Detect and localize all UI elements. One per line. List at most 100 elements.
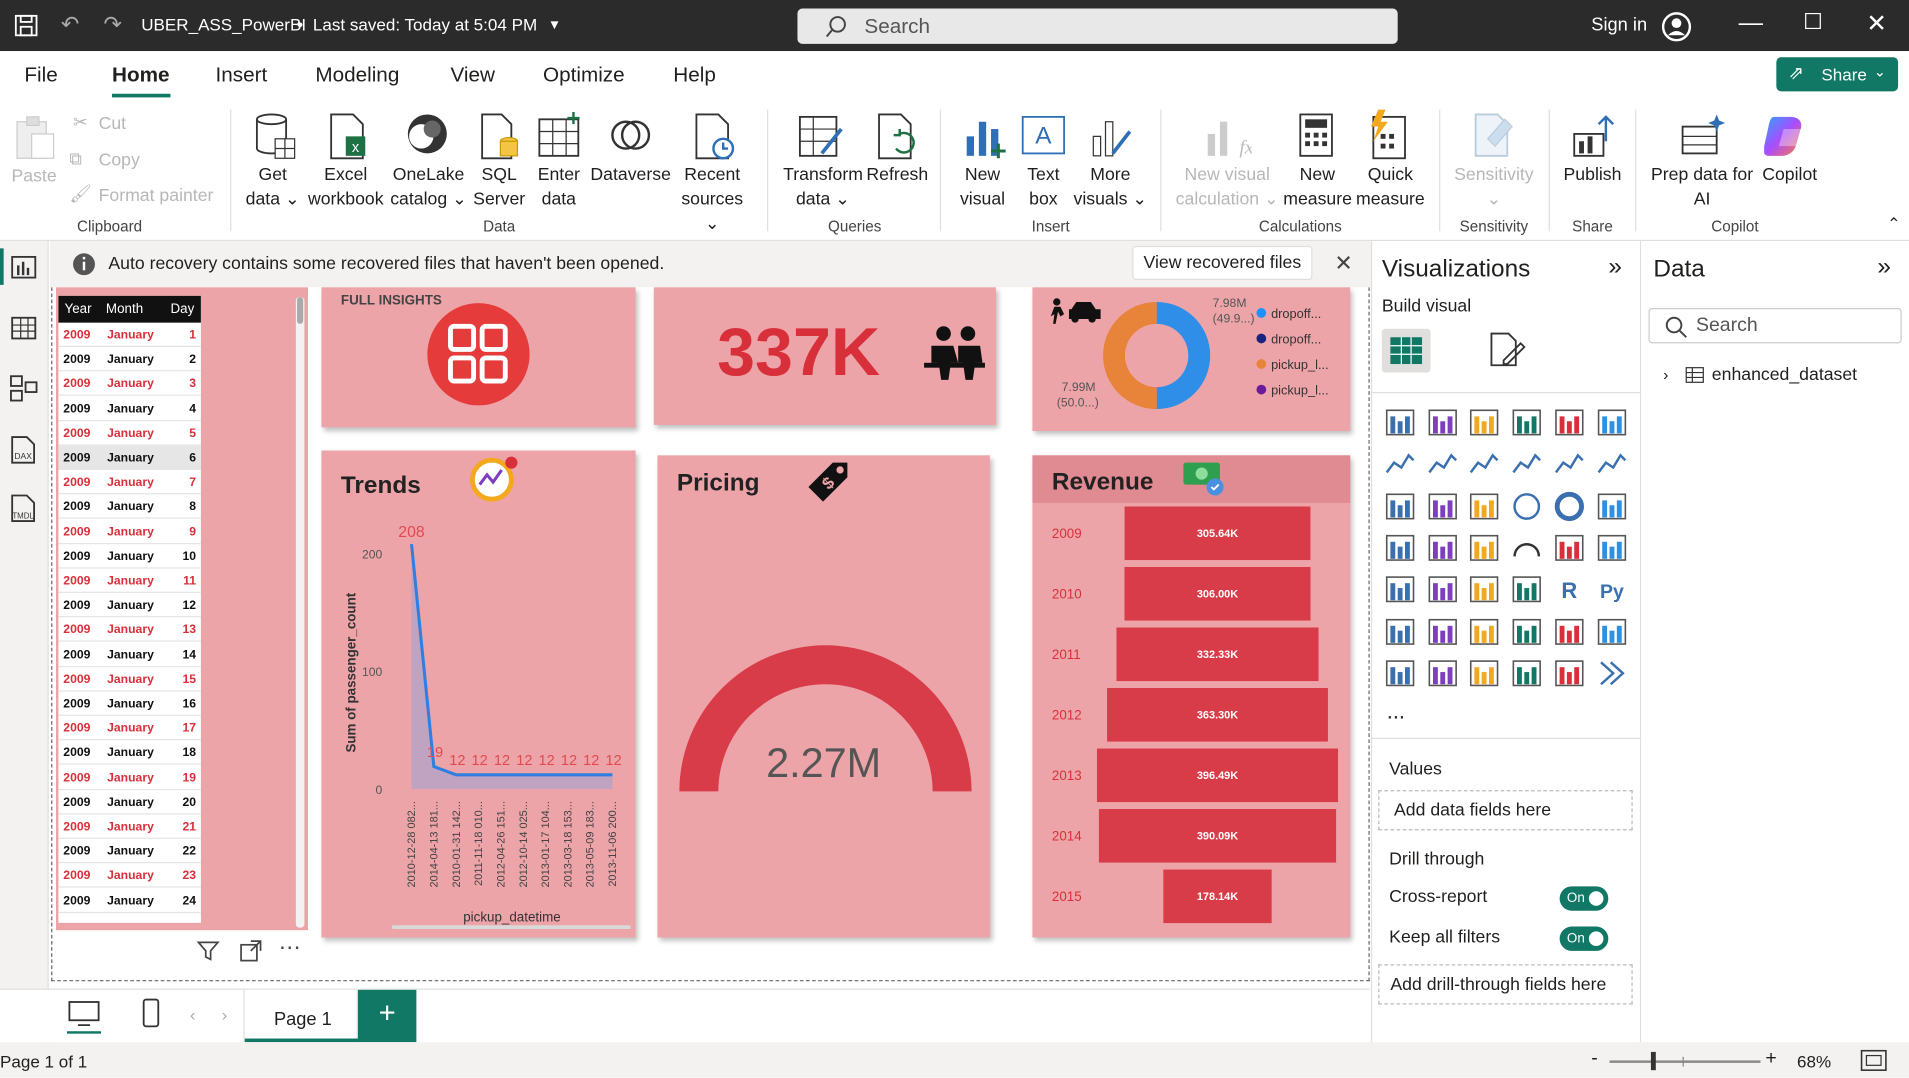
recent-sources-button[interactable]: Recent sources ⌄: [672, 163, 752, 236]
table-row[interactable]: 2009 January 24: [58, 888, 201, 913]
filled-map-icon[interactable]: [1427, 532, 1459, 564]
refresh-button[interactable]: Refresh: [864, 163, 930, 187]
table-row[interactable]: 2009 January 2: [58, 347, 201, 372]
paginated-report-icon[interactable]: [1553, 615, 1585, 647]
stacked-column-icon[interactable]: [1427, 407, 1459, 439]
pie-chart-icon[interactable]: [1511, 490, 1543, 522]
table-row[interactable]: 2009 January 19: [58, 765, 201, 790]
copy-button[interactable]: Copy: [99, 149, 140, 173]
table-row[interactable]: 2009 January 7: [58, 470, 201, 495]
minimize-icon[interactable]: —: [1739, 10, 1763, 38]
gauge-icon[interactable]: [1511, 532, 1543, 564]
table-row[interactable]: 2009 January 10: [58, 544, 201, 569]
excel-workbook-button[interactable]: Excel workbook: [302, 163, 390, 212]
table-row[interactable]: 2009 January 1: [58, 323, 201, 347]
last-saved[interactable]: Last saved: Today at 5:04 PM: [313, 15, 537, 34]
clustered-bar-icon[interactable]: [1469, 407, 1501, 439]
trends-card[interactable]: Trends 0 100 200 Sum of passenger_count 208 1…: [321, 450, 636, 938]
next-page-icon[interactable]: ›: [222, 1004, 228, 1023]
search-input[interactable]: Search: [797, 8, 1398, 44]
maximize-icon[interactable]: ☐: [1803, 10, 1823, 36]
dataverse-button[interactable]: Dataverse: [589, 163, 672, 187]
revenue-card[interactable]: Revenue 305.64K 2009 306.00K 2010 332.33K 201…: [1032, 455, 1351, 938]
table-row[interactable]: 2009 January 8: [58, 495, 201, 520]
cut-button[interactable]: Cut: [99, 112, 126, 136]
sensitivity-button[interactable]: Sensitivity ⌄: [1449, 163, 1539, 212]
onelake-catalog-button[interactable]: OneLake catalog ⌄: [390, 163, 468, 212]
table-row[interactable]: 2009 January 12: [58, 593, 201, 618]
prev-page-icon[interactable]: ‹: [190, 1004, 196, 1023]
table-row[interactable]: 2009 January 4: [58, 396, 201, 421]
arrow-icon[interactable]: [1596, 657, 1628, 689]
chart-scrollbar[interactable]: [392, 925, 631, 929]
table-row[interactable]: 2009 January 21: [58, 815, 201, 839]
card-new-icon[interactable]: [1469, 657, 1501, 689]
collapse-ribbon-icon[interactable]: ⌃: [1887, 214, 1900, 233]
donut-chart-icon[interactable]: [1553, 490, 1585, 522]
share-button[interactable]: ⇗ Share ⌄: [1776, 57, 1899, 92]
table-row[interactable]: 2009 January 18: [58, 741, 201, 766]
build-visual-tab[interactable]: [1381, 328, 1431, 373]
menu-view[interactable]: View: [450, 63, 494, 87]
menu-home[interactable]: Home: [112, 63, 170, 87]
table-row[interactable]: 2009 January 11: [58, 569, 201, 593]
table-row[interactable]: 2009 January 22: [58, 839, 201, 864]
kpi-card[interactable]: 337K: [653, 287, 996, 425]
chevron-down-icon[interactable]: ▼: [548, 18, 561, 33]
header-year[interactable]: Year: [65, 302, 92, 317]
menu-file[interactable]: File: [24, 63, 57, 87]
table-row[interactable]: 2009 January 3: [58, 372, 201, 397]
dax-query-icon[interactable]: DAX: [10, 436, 39, 465]
scatter-icon[interactable]: [1469, 490, 1501, 522]
donut-chart[interactable]: [1096, 295, 1218, 417]
table-row[interactable]: 2009 January 13: [58, 618, 201, 643]
legend-item[interactable]: dropoff...: [1256, 307, 1353, 321]
tmdl-view-icon[interactable]: TMDL: [7, 494, 41, 523]
table-row[interactable]: 2009 January 6: [58, 445, 201, 470]
stacked-bar-icon[interactable]: [1384, 407, 1416, 439]
publish-button[interactable]: Publish: [1558, 163, 1626, 187]
collapse-data-icon[interactable]: »: [1877, 253, 1891, 281]
expand-chevron-icon[interactable]: ›: [1663, 365, 1668, 383]
new-measure-button[interactable]: New measure: [1283, 163, 1352, 212]
table-row[interactable]: 2009 January 16: [58, 692, 201, 716]
header-day[interactable]: Day: [170, 302, 194, 317]
drill-through-drop-zone[interactable]: Add drill-through fields here: [1378, 964, 1633, 1005]
menu-help[interactable]: Help: [673, 63, 716, 87]
dataset-item[interactable]: enhanced_dataset: [1712, 365, 1857, 384]
multirow-card-icon[interactable]: [1596, 532, 1628, 564]
map-icon[interactable]: [1384, 532, 1416, 564]
table-row[interactable]: 2009 January 20: [58, 790, 201, 815]
dismiss-icon[interactable]: ✕: [1334, 251, 1352, 277]
copilot-button[interactable]: Copilot: [1753, 163, 1826, 187]
funnel-icon[interactable]: [1427, 490, 1459, 522]
waterfall-icon[interactable]: [1384, 490, 1416, 522]
account-icon[interactable]: [1661, 11, 1693, 43]
line-column-icon[interactable]: [1553, 448, 1585, 480]
power-apps-icon[interactable]: [1384, 657, 1416, 689]
desktop-layout-icon[interactable]: [67, 1000, 101, 1029]
filter-icon[interactable]: [196, 939, 220, 963]
sign-in-link[interactable]: Sign in: [1591, 15, 1647, 36]
trend-line[interactable]: [410, 543, 613, 777]
close-icon[interactable]: ✕: [1866, 9, 1886, 39]
prep-data-ai-button[interactable]: Prep data for AI: [1646, 163, 1758, 212]
treemap-icon[interactable]: [1596, 490, 1628, 522]
more-options-icon[interactable]: ⋯: [279, 935, 302, 961]
table-icon[interactable]: [1469, 574, 1501, 606]
power-automate-icon[interactable]: [1427, 657, 1459, 689]
table-row[interactable]: 2009 January 17: [58, 716, 201, 741]
shape-map-icon[interactable]: [1511, 657, 1543, 689]
insights-card[interactable]: FULL INSIGHTS: [321, 287, 636, 428]
focus-mode-icon[interactable]: [239, 939, 263, 963]
r-visual-icon[interactable]: R: [1553, 574, 1585, 606]
paste-button[interactable]: Paste: [7, 164, 61, 188]
metrics-icon[interactable]: [1553, 657, 1585, 689]
transform-data-button[interactable]: Transform data ⌄: [779, 163, 867, 212]
matrix-icon[interactable]: [1511, 574, 1543, 606]
scrollbar-thumb[interactable]: [297, 297, 304, 324]
keep-filters-toggle[interactable]: On: [1559, 926, 1609, 951]
table-row[interactable]: 2009 January 14: [58, 642, 201, 667]
100-column-icon[interactable]: [1596, 407, 1628, 439]
values-drop-zone[interactable]: Add data fields here: [1378, 790, 1633, 831]
